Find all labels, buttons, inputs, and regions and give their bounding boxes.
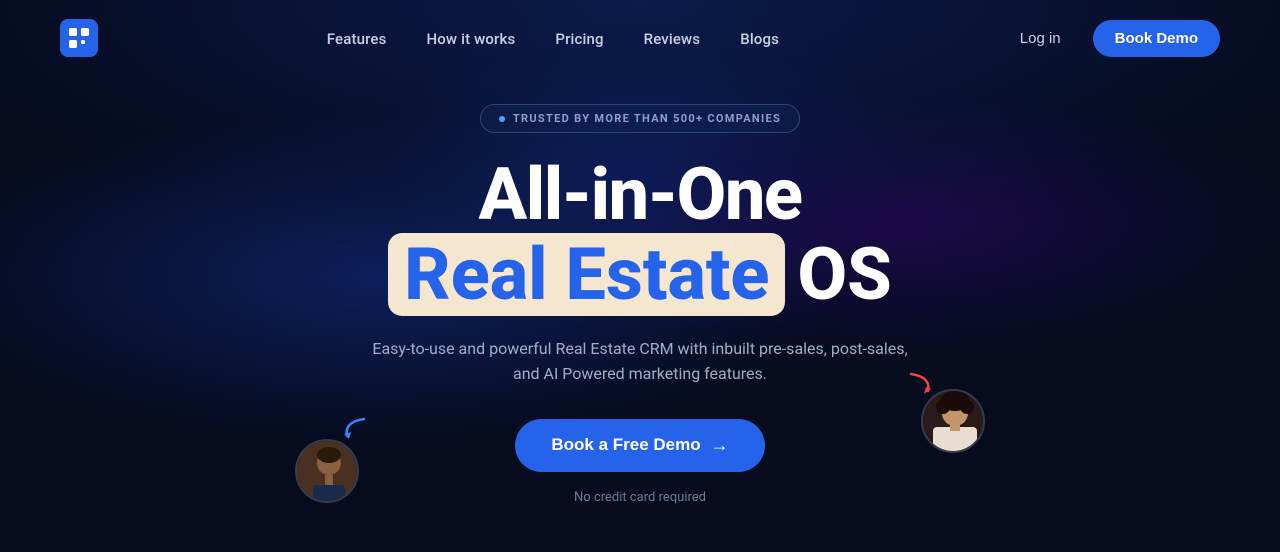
nav-link-pricing[interactable]: Pricing bbox=[555, 30, 603, 48]
nav-item-features[interactable]: Features bbox=[327, 29, 387, 48]
nav-link-how-it-works[interactable]: How it works bbox=[426, 30, 515, 48]
hero-section: TRUSTED BY MORE THAN 500+ COMPANIES All-… bbox=[0, 76, 1280, 505]
trusted-dot bbox=[499, 116, 505, 122]
nav-item-pricing[interactable]: Pricing bbox=[555, 29, 603, 48]
no-credit-text: No credit card required bbox=[574, 490, 706, 505]
person-left-svg bbox=[297, 441, 359, 503]
arrow-left-icon bbox=[339, 414, 369, 444]
hero-subtitle: Easy-to-use and powerful Real Estate CRM… bbox=[360, 336, 920, 387]
cta-wrapper: Book a Free Demo → bbox=[515, 419, 764, 486]
nav-item-blogs[interactable]: Blogs bbox=[740, 29, 779, 48]
avatar-right-container bbox=[921, 389, 985, 453]
nav-link-reviews[interactable]: Reviews bbox=[644, 30, 701, 48]
free-demo-label: Book a Free Demo bbox=[551, 435, 700, 455]
nav-link-features[interactable]: Features bbox=[327, 30, 387, 48]
os-text: OS bbox=[797, 235, 891, 314]
nav-links: Features How it works Pricing Reviews Bl… bbox=[327, 29, 779, 48]
trusted-text: TRUSTED BY MORE THAN 500+ COMPANIES bbox=[513, 112, 781, 125]
trusted-badge: TRUSTED BY MORE THAN 500+ COMPANIES bbox=[480, 104, 800, 133]
login-button[interactable]: Log in bbox=[1008, 22, 1073, 55]
nav-item-reviews[interactable]: Reviews bbox=[644, 29, 701, 48]
logo-svg bbox=[68, 27, 90, 49]
logo-icon bbox=[60, 19, 98, 57]
arrow-decoration-right bbox=[906, 369, 936, 403]
free-demo-button[interactable]: Book a Free Demo → bbox=[515, 419, 764, 472]
highlight-box: Real Estate bbox=[388, 233, 785, 316]
hero-title-line1: All-in-One bbox=[478, 157, 801, 233]
nav-link-blogs[interactable]: Blogs bbox=[740, 30, 779, 48]
highlight-text: Real Estate bbox=[404, 232, 769, 317]
book-demo-button[interactable]: Book Demo bbox=[1093, 20, 1220, 57]
cta-arrow: → bbox=[711, 435, 729, 456]
arrow-right-icon bbox=[906, 369, 936, 399]
hero-title-line2: Real Estate OS bbox=[388, 233, 892, 316]
avatar-left-container bbox=[295, 439, 359, 503]
nav-actions: Log in Book Demo bbox=[1008, 20, 1220, 57]
navbar: Features How it works Pricing Reviews Bl… bbox=[0, 0, 1280, 76]
arrow-decoration-left bbox=[339, 414, 369, 448]
nav-item-how-it-works[interactable]: How it works bbox=[426, 29, 515, 48]
logo[interactable] bbox=[60, 19, 98, 57]
avatar-person-left bbox=[295, 439, 359, 503]
